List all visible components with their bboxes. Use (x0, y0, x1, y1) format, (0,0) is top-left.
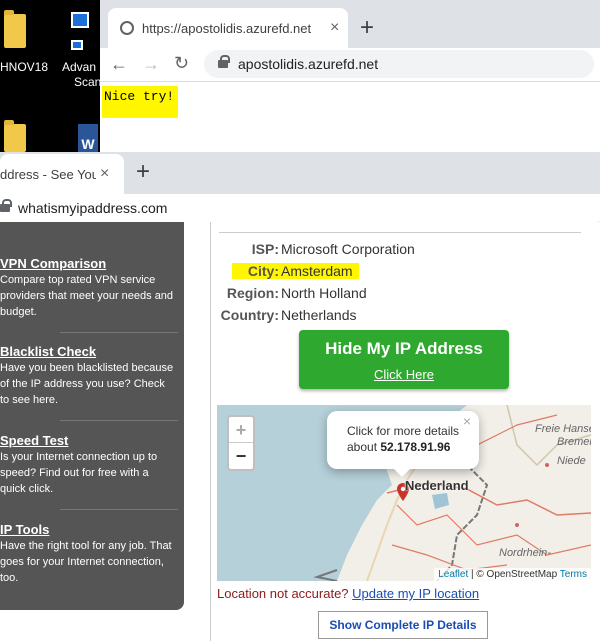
city-value: Amsterdam (279, 263, 359, 279)
divider (60, 509, 178, 510)
zoom-out-button[interactable]: − (229, 443, 253, 469)
location-row: Location not accurate? Update my IP loca… (217, 586, 479, 601)
leaflet-link[interactable]: Leaflet (438, 569, 468, 580)
map-label: Niede (557, 455, 586, 467)
blacklist-check-link[interactable]: Blacklist Check (0, 344, 176, 359)
location-map[interactable]: + − × Click for more details about 52.17… (217, 405, 591, 581)
map-attribution: Leaflet | © OpenStreetMap Terms (434, 568, 591, 581)
lock-icon (218, 55, 230, 68)
folder-icon[interactable] (4, 10, 26, 48)
globe-icon (120, 21, 134, 35)
url-text: apostolidis.azurefd.net (238, 56, 379, 72)
url-text: whatismyipaddress.com (18, 200, 168, 216)
terms-link[interactable]: Terms (560, 569, 587, 580)
toolbar: ← → ↻ apostolidis.azurefd.net (100, 48, 600, 82)
speed-test-link[interactable]: Speed Test (0, 433, 176, 448)
tab-bar: https://apostolidis.azurefd.net × + (100, 0, 600, 48)
desktop-icon-label: HNOV18 (0, 60, 49, 74)
shortcut-icon (71, 40, 83, 50)
back-arrow-icon[interactable]: ← (110, 55, 128, 73)
reload-icon[interactable]: ↻ (174, 54, 189, 72)
desktop-icon-label: Advan (62, 60, 97, 74)
tab-title: ddress - See Your (0, 166, 96, 182)
folder-icon[interactable] (4, 120, 26, 152)
word-icon[interactable]: W (78, 124, 98, 152)
sidebar-item-vpn: VPN Comparison Compare top rated VPN ser… (0, 256, 176, 320)
map-label: Nordrhein- (499, 547, 551, 559)
divider (60, 420, 178, 421)
close-icon[interactable]: × (463, 413, 471, 429)
location-question: Location not accurate? (217, 586, 349, 601)
tab-whatismyip[interactable]: ddress - See Your × (0, 154, 124, 194)
browser-window-azure: https://apostolidis.azurefd.net × + ← → … (100, 0, 600, 152)
country-value: Netherlands (281, 307, 357, 323)
city-label: City: (211, 263, 279, 279)
country-label: Country: (220, 307, 279, 323)
zoom-control: + − (227, 415, 255, 471)
close-icon[interactable]: × (100, 165, 109, 183)
vpn-comparison-link[interactable]: VPN Comparison (0, 256, 176, 271)
lock-icon (0, 199, 12, 212)
map-country-label: Nederland (405, 478, 469, 493)
new-tab-button[interactable]: + (136, 160, 150, 184)
nice-try-text: Nice try! (102, 86, 179, 118)
desktop-icon-label: Scan (74, 75, 102, 89)
update-location-link[interactable]: Update my IP location (352, 586, 479, 601)
map-label: Bremen (557, 436, 591, 448)
popup-ip: 52.178.91.96 (380, 440, 451, 454)
sidebar-item-blacklist: Blacklist Check Have you been blackliste… (0, 344, 176, 408)
popup-line2: about 52.178.91.96 (347, 440, 451, 454)
sidebar-desc: Compare top rated VPN service providers … (0, 274, 174, 318)
ip-tools-link[interactable]: IP Tools (0, 522, 176, 537)
region-row: Region: North Holland (211, 285, 367, 301)
main-content: ISP: Microsoft Corporation City: Amsterd… (210, 222, 600, 641)
region-label: Region: (226, 285, 279, 301)
show-details-button[interactable]: Show Complete IP Details (318, 611, 488, 639)
tab-azure[interactable]: https://apostolidis.azurefd.net × (108, 8, 348, 48)
hide-ip-title: Hide My IP Address (325, 339, 483, 358)
tab-bar: ddress - See Your × + (0, 152, 600, 194)
address-bar[interactable]: whatismyipaddress.com (0, 194, 600, 222)
sidebar: VPN Comparison Compare top rated VPN ser… (0, 222, 184, 610)
hide-ip-button[interactable]: Hide My IP Address Click Here (299, 330, 509, 389)
toolbar: whatismyipaddress.com (0, 194, 600, 222)
new-tab-button[interactable]: + (360, 16, 374, 40)
isp-label: ISP: (251, 241, 279, 257)
sidebar-item-speed: Speed Test Is your Internet connection u… (0, 433, 176, 497)
click-here-link[interactable]: Click Here (299, 367, 509, 382)
desktop: HNOV18 Advan Scan W (0, 0, 102, 152)
region-value: North Holland (281, 285, 367, 301)
divider (60, 332, 178, 333)
sidebar-item-tools: IP Tools Have the right tool for any job… (0, 522, 176, 586)
country-row: Country: Netherlands (211, 307, 357, 323)
city-row: City: Amsterdam (211, 263, 359, 279)
divider (219, 232, 581, 233)
map-label: Freie Hanse (535, 423, 591, 435)
tab-title: https://apostolidis.azurefd.net (142, 20, 312, 36)
app-icon[interactable] (71, 12, 89, 28)
sidebar-desc: Is your Internet connection up to speed?… (0, 451, 158, 495)
browser-window-whatismyip: ddress - See Your × + whatismyipaddress.… (0, 152, 600, 641)
forward-arrow-icon[interactable]: → (142, 55, 160, 73)
sidebar-desc: Have you been blacklisted because of the… (0, 362, 174, 406)
page-content: Nice try! (100, 82, 600, 152)
isp-row: ISP: Microsoft Corporation (211, 241, 415, 257)
close-icon[interactable]: × (330, 19, 339, 37)
map-popup: × Click for more details about 52.178.91… (327, 411, 479, 477)
isp-value: Microsoft Corporation (281, 241, 415, 257)
popup-line1: Click for more details (347, 424, 460, 438)
screen: HNOV18 Advan Scan W https://apostolidis.… (0, 0, 600, 641)
sidebar-desc: Have the right tool for any job. That go… (0, 540, 172, 584)
zoom-in-button[interactable]: + (229, 417, 253, 443)
address-bar[interactable]: apostolidis.azurefd.net (204, 50, 594, 78)
